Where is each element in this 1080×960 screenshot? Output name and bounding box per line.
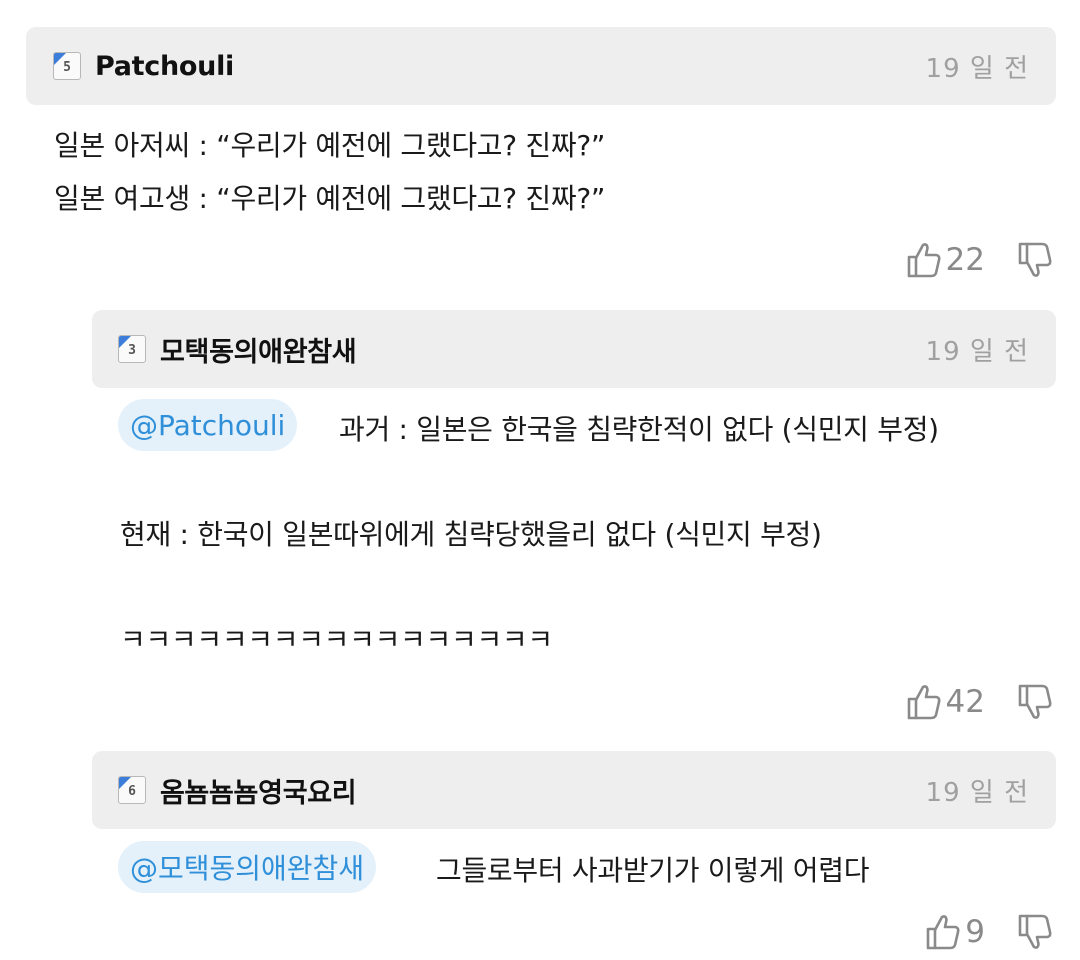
timestamp: 19 일 전 — [925, 53, 1029, 84]
username[interactable]: Patchouli — [95, 51, 234, 82]
level-badge-icon: 6 — [118, 776, 146, 804]
mention-tag[interactable]: @Patchouli — [118, 399, 298, 451]
thumbs-up-icon[interactable] — [906, 240, 942, 280]
mention-tag[interactable]: @모택동의애완참새 — [118, 841, 377, 893]
level-badge-icon: 5 — [53, 52, 81, 80]
level-badge-icon: 3 — [118, 335, 146, 363]
like-count: 9 — [965, 914, 985, 950]
vote-bar: 22 — [906, 240, 1053, 280]
comment-text: 일본 여고생 : “우리가 예전에 그랬다고? 진짜?” — [54, 182, 606, 215]
comment-text: 과거 : 일본은 한국을 침략한적이 없다 (식민지 부정) — [339, 413, 939, 446]
thumbs-down-icon[interactable] — [1017, 682, 1053, 722]
comment-text: 일본 아저씨 : “우리가 예전에 그랬다고? 진짜?” — [54, 129, 606, 162]
comment-header: 3 모택동의애완참새 19 일 전 — [92, 310, 1056, 388]
thumbs-up-icon[interactable] — [906, 682, 942, 722]
vote-bar: 9 — [925, 912, 1053, 952]
vote-bar: 42 — [906, 682, 1053, 722]
comment-text: 현재 : 한국이 일본따위에게 침략당했을리 없다 (식민지 부정) — [120, 518, 822, 551]
comment-text: ㅋㅋㅋㅋㅋㅋㅋㅋㅋㅋㅋㅋㅋㅋㅋㅋㅋ — [120, 623, 553, 656]
thumbs-down-icon[interactable] — [1017, 240, 1053, 280]
like-count: 22 — [945, 242, 985, 278]
comment-text: 그들로부터 사과받기가 이렇게 어렵다 — [436, 854, 870, 887]
username[interactable]: 옴뇸뇸뇸영국요리 — [160, 771, 357, 810]
comment-header: 6 옴뇸뇸뇸영국요리 19 일 전 — [92, 751, 1056, 829]
thumbs-up-icon[interactable] — [925, 912, 961, 952]
username[interactable]: 모택동의애완참새 — [160, 330, 357, 369]
timestamp: 19 일 전 — [925, 336, 1029, 367]
thumbs-down-icon[interactable] — [1017, 912, 1053, 952]
comment-header: 5 Patchouli 19 일 전 — [26, 27, 1056, 105]
timestamp: 19 일 전 — [925, 777, 1029, 808]
like-count: 42 — [945, 684, 985, 720]
